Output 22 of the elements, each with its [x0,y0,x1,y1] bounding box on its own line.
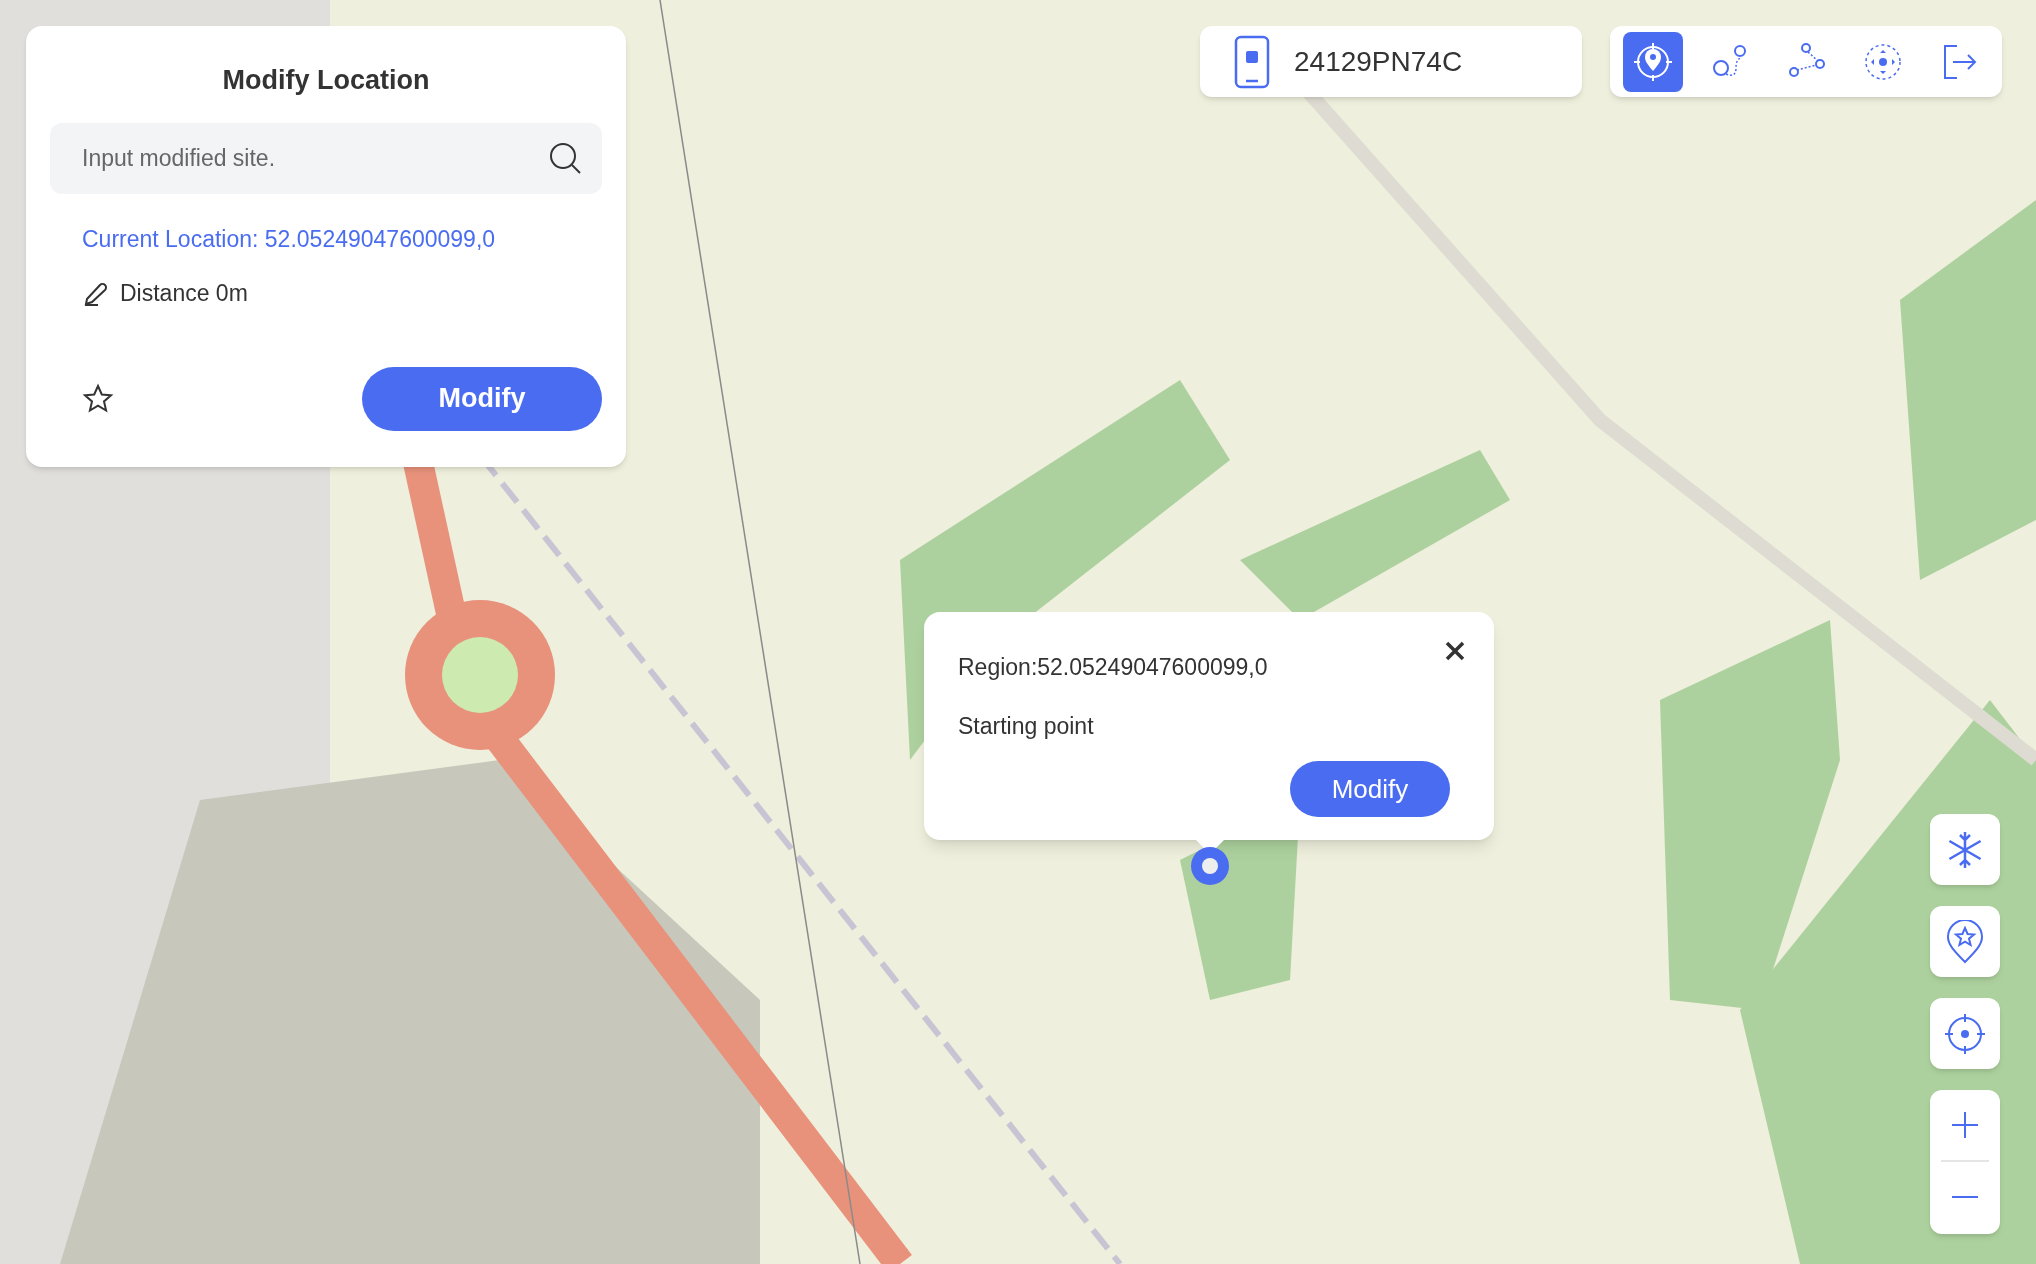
locate-button[interactable] [1930,998,2000,1069]
search-icon[interactable] [548,140,582,175]
star-pin-icon [1945,919,1985,964]
phone-icon [1234,34,1270,89]
modify-button[interactable]: Modify [362,366,602,431]
distance-text: Distance 0m [120,279,248,308]
freeze-button[interactable] [1930,814,2000,885]
device-name: 24129PN74C [1294,44,1463,79]
modify-button[interactable]: Modify [1290,761,1450,817]
search-field[interactable]: Input modified site. [50,122,602,194]
favorites-button[interactable] [1930,906,2000,977]
locate-icon [1943,1011,1987,1056]
region-text: Region:52.05249047600099,0 [958,653,1269,682]
point-label: Starting point [958,711,1095,741]
close-icon[interactable] [1444,640,1466,662]
minus-icon [1951,1195,1979,1199]
location-pin-icon [1190,846,1230,886]
star-icon[interactable] [82,382,114,415]
plus-icon [1951,1111,1979,1139]
current-location-text: Current Location: 52.05249047600099,0 [82,225,496,252]
panel-title: Modify Location [221,64,431,97]
mode-tab[interactable] [1623,31,1683,92]
